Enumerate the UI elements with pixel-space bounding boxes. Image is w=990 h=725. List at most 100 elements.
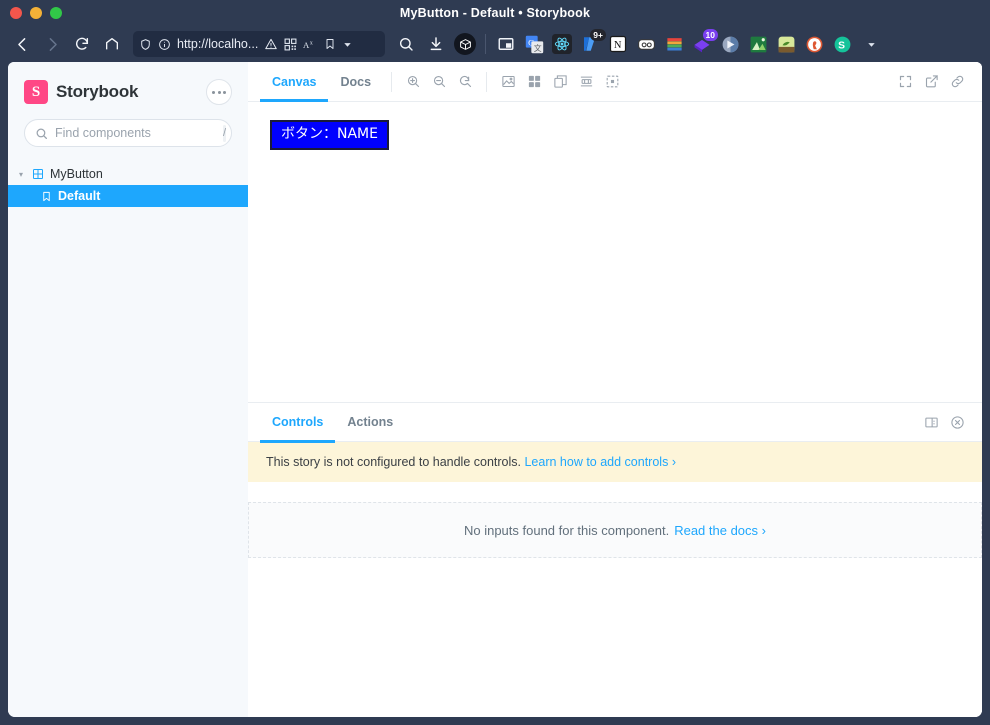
ellipsis-icon [212, 90, 215, 94]
qr-code-icon[interactable] [284, 38, 297, 51]
viewport-icon[interactable] [547, 69, 573, 95]
svg-text:A: A [303, 39, 310, 49]
zoom-in-icon[interactable] [400, 69, 426, 95]
svg-text:x: x [310, 40, 313, 46]
canvas-panel: Canvas Docs ボタン：NAME [248, 62, 982, 402]
extensions-overflow-chevron-icon[interactable] [857, 30, 885, 58]
storybook-extension-icon[interactable] [452, 31, 478, 57]
duckduckgo-icon[interactable] [801, 31, 827, 57]
tab-actions[interactable]: Actions [335, 403, 405, 442]
story-canvas: ボタン：NAME [248, 102, 982, 402]
controls-empty-zone: No inputs found for this component. Read… [248, 482, 982, 558]
google-translate-icon[interactable]: G文 [521, 31, 547, 57]
green-extension-icon[interactable] [745, 31, 771, 57]
react-devtools-icon[interactable] [549, 31, 575, 57]
info-icon[interactable] [158, 38, 171, 51]
read-docs-link-label: Read the docs [674, 522, 759, 538]
svg-text:文: 文 [533, 42, 541, 52]
open-in-new-tab-icon[interactable] [918, 69, 944, 95]
address-bar[interactable]: http://localho... Ax [133, 31, 385, 57]
colorzilla-icon[interactable] [661, 31, 687, 57]
controls-notice: This story is not configured to handle c… [248, 442, 982, 482]
brand-name: Storybook [56, 82, 139, 101]
notion-icon[interactable]: N [605, 31, 631, 57]
address-dropdown-chevron-icon[interactable] [342, 39, 353, 50]
back-arrow-icon[interactable] [8, 30, 36, 58]
purple-extension-badge: 10 [702, 29, 718, 41]
zoom-reset-icon[interactable] [452, 69, 478, 95]
window-controls[interactable] [0, 7, 62, 19]
shield-icon[interactable] [139, 38, 152, 51]
warning-icon[interactable] [264, 37, 278, 51]
forward-arrow-icon[interactable] [38, 30, 66, 58]
search-box[interactable]: / [24, 119, 232, 147]
video-speed-icon[interactable] [717, 31, 743, 57]
close-window-button[interactable] [10, 7, 22, 19]
maximize-window-button[interactable] [50, 7, 62, 19]
tree-item-default[interactable]: Default [8, 185, 248, 207]
minimize-window-button[interactable] [30, 7, 42, 19]
ellipsis-icon [223, 90, 226, 94]
controls-notice-text: This story is not configured to handle c… [266, 455, 521, 469]
toolbar-divider [391, 71, 393, 92]
toby-icon[interactable] [633, 31, 659, 57]
sidebar-menu-button[interactable] [206, 79, 232, 105]
search-icon[interactable] [392, 30, 420, 58]
close-panel-icon[interactable] [944, 409, 970, 435]
tab-controls[interactable]: Controls [260, 403, 336, 443]
component-grid-icon [32, 168, 44, 180]
backgrounds-icon[interactable] [495, 69, 521, 95]
learn-controls-link[interactable]: Learn how to add controls › [524, 455, 676, 469]
panel-position-icon[interactable] [918, 409, 944, 435]
addon-toolbar: Controls Actions [248, 403, 982, 443]
toolbar-divider [486, 71, 488, 92]
grammarly-icon[interactable]: S [829, 31, 855, 57]
purple-extension-icon[interactable]: 10 [689, 29, 718, 57]
vimium-icon[interactable]: 9+ [577, 29, 606, 57]
addon-panel: Controls Actions This story is not confi… [248, 402, 982, 717]
chevron-right-icon: › [671, 455, 676, 469]
storybook-main: Canvas Docs ボタン：NAME Controls Actions Th… [248, 62, 982, 717]
browser-toolbar: http://localho... Ax G 文 9+ N 10 S [0, 26, 990, 62]
measure-icon[interactable] [573, 69, 599, 95]
component-tree: ▾ MyButton Default [8, 163, 248, 207]
downloads-icon[interactable] [422, 30, 450, 58]
home-icon[interactable] [98, 30, 126, 58]
picture-in-picture-icon[interactable] [493, 31, 519, 57]
read-docs-link[interactable]: Read the docs › [674, 523, 766, 538]
learn-controls-link-label: Learn how to add controls [524, 455, 669, 469]
copy-link-icon[interactable] [944, 69, 970, 95]
addon-tabs: Controls Actions [260, 403, 405, 443]
reader-mode-icon[interactable]: Ax [303, 38, 318, 51]
browser-window: MyButton - Default • Storybook http://lo… [0, 0, 990, 725]
tree-item-label: MyButton [50, 167, 103, 181]
olive-extension-icon[interactable] [773, 31, 799, 57]
outline-icon[interactable] [599, 69, 625, 95]
window-title: MyButton - Default • Storybook [399, 6, 591, 20]
tree-item-mybutton[interactable]: ▾ MyButton [8, 163, 248, 185]
storybook-brand[interactable]: S Storybook [24, 80, 138, 104]
search-icon [35, 127, 48, 140]
bookmark-icon [41, 191, 52, 202]
bookmark-icon[interactable] [324, 38, 336, 50]
no-inputs-text: No inputs found for this component. [463, 522, 670, 538]
url-text: http://localho... [177, 37, 259, 51]
search-input[interactable] [55, 126, 216, 140]
no-inputs-box: No inputs found for this component. Read… [248, 502, 982, 558]
canvas-tabs: Canvas Docs [260, 62, 383, 102]
canvas-toolbar: Canvas Docs [248, 62, 982, 102]
chevron-down-icon[interactable]: ▾ [16, 170, 26, 179]
tab-canvas[interactable]: Canvas [260, 62, 329, 102]
svg-text:N: N [614, 40, 622, 51]
title-bar: MyButton - Default • Storybook [0, 0, 990, 26]
vimium-badge: 9+ [590, 29, 606, 41]
grid-icon[interactable] [521, 69, 547, 95]
tab-docs[interactable]: Docs [328, 62, 383, 101]
zoom-out-icon[interactable] [426, 69, 452, 95]
fullscreen-icon[interactable] [892, 69, 918, 95]
storybook-logo-icon: S [24, 80, 48, 104]
story-preview-button[interactable]: ボタン：NAME [270, 120, 389, 150]
search-shortcut-key: / [223, 124, 227, 142]
reload-icon[interactable] [68, 30, 96, 58]
storybook-app: S Storybook / [8, 62, 982, 717]
